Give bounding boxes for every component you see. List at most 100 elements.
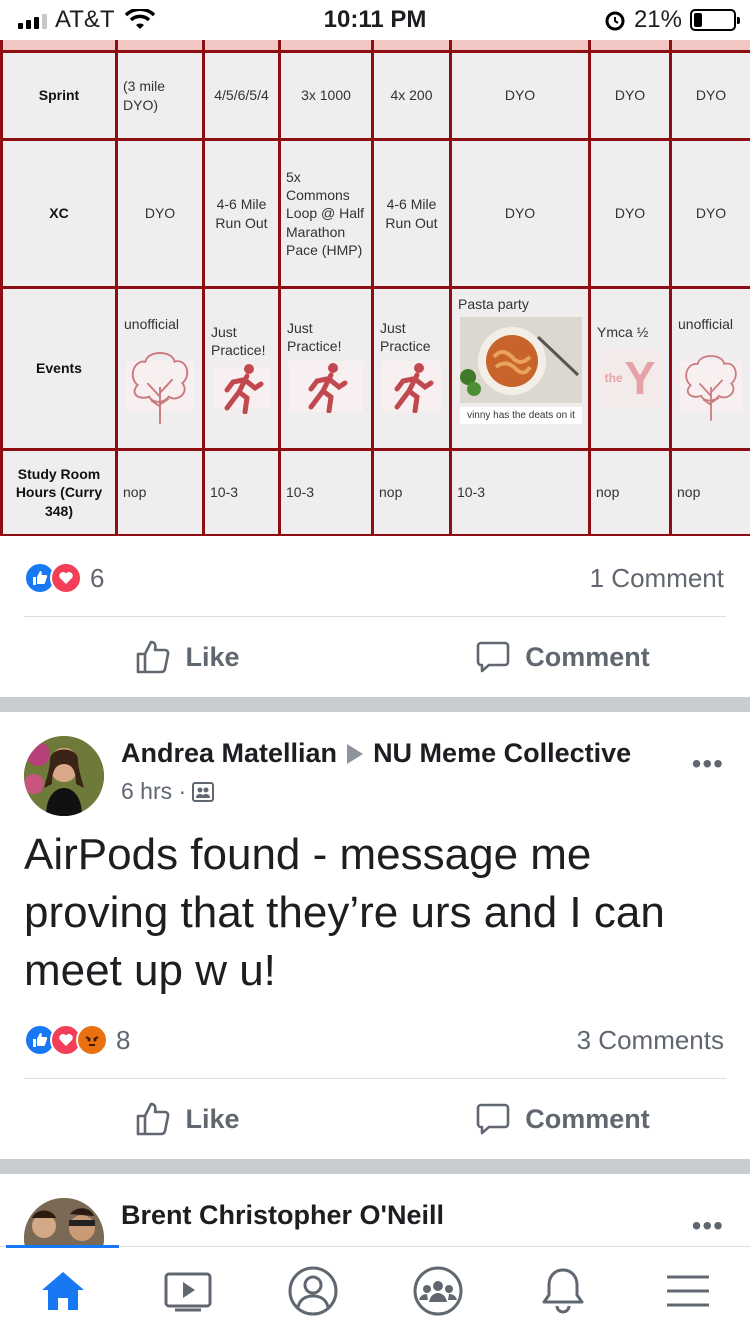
table-cell: 5x Commons Loop @ Half Marathon Pace (HM… (278, 138, 374, 289)
profile-icon (288, 1266, 337, 1315)
table-cell: 4-6 Mile Run Out (202, 138, 281, 289)
tab-home[interactable] (0, 1245, 125, 1334)
runner-icon (382, 361, 441, 413)
event-cell: unofficial (115, 286, 205, 451)
group-name[interactable]: NU Meme Collective (373, 738, 631, 769)
angry-reaction-icon (76, 1024, 108, 1056)
post-text: AirPods found - message me proving that … (24, 830, 665, 995)
event-cell: Just Practice! (278, 286, 374, 451)
row-label: XC (0, 138, 118, 289)
avatar[interactable] (24, 1198, 104, 1246)
feed-separator (0, 1159, 750, 1174)
runner-icon (213, 363, 270, 414)
schedule-table: Sprint (3 mile DYO) 4/5/6/5/4 3x 1000 4x… (0, 40, 750, 536)
reaction-count: 8 (116, 1024, 131, 1055)
like-button[interactable]: Like (0, 1079, 375, 1159)
comment-icon (476, 1103, 510, 1135)
author-name[interactable]: Brent Christopher O'Neill (121, 1200, 444, 1231)
like-label: Like (185, 641, 240, 672)
menu-icon (666, 1275, 709, 1306)
post-actions: Like Comment (0, 1079, 750, 1159)
schedule-image[interactable]: Sprint (3 mile DYO) 4/5/6/5/4 3x 1000 4x… (0, 40, 750, 536)
table-cell: DYO (669, 50, 750, 141)
bottom-nav (0, 1245, 750, 1334)
tab-profile[interactable] (250, 1247, 375, 1334)
tree-image (126, 351, 194, 424)
status-bar: AT&T 10:11 PM 21% (0, 0, 750, 40)
ymca-logo: the Y (599, 349, 661, 408)
post-time[interactable]: 6 hrs · (121, 778, 186, 805)
reaction-summary[interactable]: 6 1 Comment (24, 558, 724, 598)
table-cell: nop (588, 448, 672, 536)
battery-percent: 21% (633, 6, 682, 33)
comment-count-link[interactable]: 1 Comment (590, 563, 724, 594)
row-label: Events (0, 286, 118, 451)
table-cell: DYO (115, 138, 205, 289)
row-label: Study Room Hours (Curry 348) (0, 448, 118, 536)
table-cell: DYO (449, 50, 591, 141)
tab-notifications[interactable] (500, 1247, 625, 1334)
table-cell: 10-3 (202, 448, 281, 536)
row-label: Sprint (0, 50, 118, 141)
love-reaction-icon (50, 562, 82, 594)
like-label: Like (185, 1103, 240, 1134)
comment-count-link[interactable]: 3 Comments (577, 1025, 724, 1056)
comment-icon (476, 641, 510, 673)
pasta-photo (460, 317, 582, 403)
event-cell: Just Practice (371, 286, 452, 451)
event-cell: unofficial (669, 286, 750, 451)
table-cell: DYO (449, 138, 591, 289)
table-cell: nop (669, 448, 750, 536)
alarm-icon (605, 11, 625, 31)
table-cell: nop (115, 448, 205, 536)
table-cell: DYO (588, 138, 672, 289)
reaction-summary[interactable]: 8 3 Comments (24, 1020, 724, 1060)
reaction-count: 6 (90, 562, 105, 593)
post-header: Andrea Matellian NU Meme Collective 6 hr… (24, 736, 726, 816)
arrow-right-icon (347, 743, 364, 764)
tab-menu[interactable] (625, 1247, 750, 1334)
table-cell: (3 mile DYO) (115, 50, 205, 141)
table-cell: 4/5/6/5/4 (202, 50, 281, 141)
event-cell: Pasta party vinny has the deats on it (449, 286, 591, 451)
table-row: Sprint (3 mile DYO) 4/5/6/5/4 3x 1000 4x… (0, 50, 750, 141)
like-icon (137, 1102, 170, 1136)
group-audience-icon (192, 781, 215, 802)
home-icon (41, 1271, 84, 1310)
more-options-icon[interactable]: ••• (692, 1210, 724, 1242)
like-button[interactable]: Like (0, 617, 375, 697)
watch-icon (164, 1272, 211, 1311)
notifications-icon (542, 1268, 583, 1313)
groups-icon (413, 1266, 462, 1315)
table-cell: 4-6 Mile Run Out (371, 138, 452, 289)
table-row: Events unofficial Just Practice! Just Pr… (0, 286, 750, 451)
feed-separator (0, 697, 750, 712)
battery-icon (690, 9, 740, 31)
table-cell: nop (371, 448, 452, 536)
table-row: Study Room Hours (Curry 348) nop 10-3 10… (0, 448, 750, 536)
table-cell: DYO (588, 50, 672, 141)
event-cell: Just Practice! (202, 286, 281, 451)
comment-label: Comment (525, 1103, 650, 1134)
tab-groups[interactable] (375, 1247, 500, 1334)
table-cell: 4x 200 (371, 50, 452, 141)
avatar[interactable] (24, 736, 104, 816)
post-actions: Like Comment (0, 617, 750, 697)
author-name[interactable]: Andrea Matellian (121, 738, 337, 769)
runner-icon (289, 361, 363, 413)
comment-button[interactable]: Comment (375, 617, 750, 697)
comment-label: Comment (525, 641, 650, 672)
post-header: Brent Christopher O'Neill ••• (24, 1198, 726, 1246)
table-cell: 10-3 (449, 448, 591, 536)
tab-watch[interactable] (125, 1247, 250, 1334)
more-options-icon[interactable]: ••• (692, 748, 724, 780)
tree-image (680, 354, 742, 421)
table-cell: 3x 1000 (278, 50, 374, 141)
like-icon (137, 640, 170, 674)
pasta-note: vinny has the deats on it (460, 407, 582, 424)
table-cell: DYO (669, 138, 750, 289)
comment-button[interactable]: Comment (375, 1079, 750, 1159)
table-cell: 10-3 (278, 448, 374, 536)
event-cell: Ymca ½ the Y (588, 286, 672, 451)
table-row: XC DYO 4-6 Mile Run Out 5x Commons Loop … (0, 138, 750, 289)
